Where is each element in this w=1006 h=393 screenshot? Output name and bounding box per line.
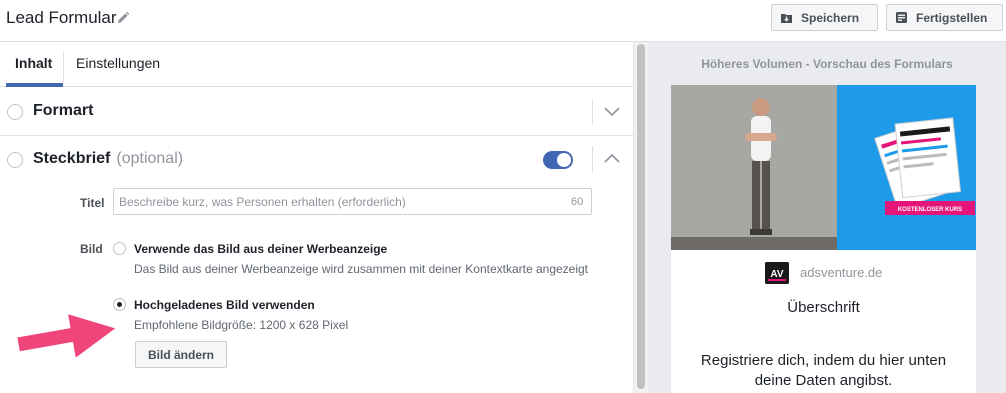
chevron-down-icon[interactable] — [604, 107, 620, 117]
preview-title: Höheres Volumen - Vorschau des Formulars — [701, 57, 953, 71]
editor-scrollbar[interactable] — [633, 42, 648, 393]
preview-description: Registriere dich, indem du hier unten de… — [671, 351, 976, 391]
scrollbar-thumb[interactable] — [637, 44, 645, 389]
chevron-divider — [592, 99, 593, 125]
title-field-label: Titel — [80, 196, 105, 210]
preview-panel: Höheres Volumen - Vorschau des Formulars — [648, 42, 1006, 393]
chevron-divider — [592, 146, 593, 172]
finish-button-label: Fertigstellen — [916, 10, 988, 25]
form-title: Lead Formular — [6, 8, 117, 27]
pencil-icon[interactable] — [116, 11, 130, 25]
finish-button[interactable]: Fertigstellen — [886, 4, 1003, 31]
profile-toggle[interactable] — [543, 151, 573, 169]
title-input[interactable] — [113, 188, 592, 215]
tab-bar: Inhalt Einstellungen — [0, 42, 633, 87]
editor-panel: Inhalt Einstellungen Formart Steckbrief (… — [0, 42, 633, 393]
finish-icon — [896, 12, 907, 23]
image-option-ad-description: Das Bild aus deiner Werbeanzeige wird zu… — [134, 262, 589, 276]
section-profile-name: Steckbrief — [33, 150, 111, 167]
section-profile-title: Steckbrief (optional) — [33, 150, 183, 168]
section-format-radio[interactable] — [7, 104, 23, 120]
preview-description-line-2: deine Daten angibst. — [754, 372, 893, 389]
brand-name: adsventure.de — [800, 265, 883, 280]
image-option-upload-title[interactable]: Hochgeladenes Bild verwenden — [134, 298, 315, 312]
preview-description-line-1: Registriere dich, indem du hier unten — [700, 352, 947, 369]
image-option-ad-radio[interactable] — [113, 242, 126, 255]
preview-card: KOSTENLOSER KURS AV adsventure.de Übersc… — [671, 85, 976, 393]
save-button[interactable]: Speichern — [771, 4, 878, 31]
tab-einstellungen[interactable]: Einstellungen — [76, 55, 160, 71]
section-format[interactable]: Formart — [0, 87, 633, 136]
image-option-ad-title[interactable]: Verwende das Bild aus deiner Werbeanzeig… — [134, 242, 387, 256]
section-profile-radio[interactable] — [7, 152, 23, 168]
brand-logo: AV — [765, 262, 789, 284]
chevron-up-icon[interactable] — [604, 153, 620, 163]
optional-label: (optional) — [116, 150, 184, 167]
save-button-label: Speichern — [801, 10, 860, 25]
tab-divider — [63, 52, 64, 82]
preview-headline: Überschrift — [787, 299, 860, 316]
hero-image: KOSTENLOSER KURS — [671, 85, 976, 250]
change-image-button[interactable]: Bild ändern — [135, 341, 227, 368]
brand-logo-mark: AV — [765, 262, 789, 284]
tab-inhalt[interactable]: Inhalt — [15, 55, 52, 71]
annotation-arrow-icon — [17, 314, 116, 357]
toggle-knob — [557, 153, 571, 167]
char-counter: 60 — [571, 196, 584, 208]
section-format-title: Formart — [33, 102, 94, 119]
brand-row: AV adsventure.de — [671, 260, 976, 286]
hero-banner-text: KOSTENLOSER KURS — [898, 207, 962, 213]
image-option-upload-description: Empfohlene Bildgröße: 1200 x 628 Pixel — [134, 318, 349, 332]
image-field-label: Bild — [80, 242, 103, 256]
save-icon — [781, 14, 792, 23]
brand-logo-text: AV — [770, 269, 783, 280]
top-bar: Lead Formular Speichern Fertigstellen — [0, 0, 1006, 42]
